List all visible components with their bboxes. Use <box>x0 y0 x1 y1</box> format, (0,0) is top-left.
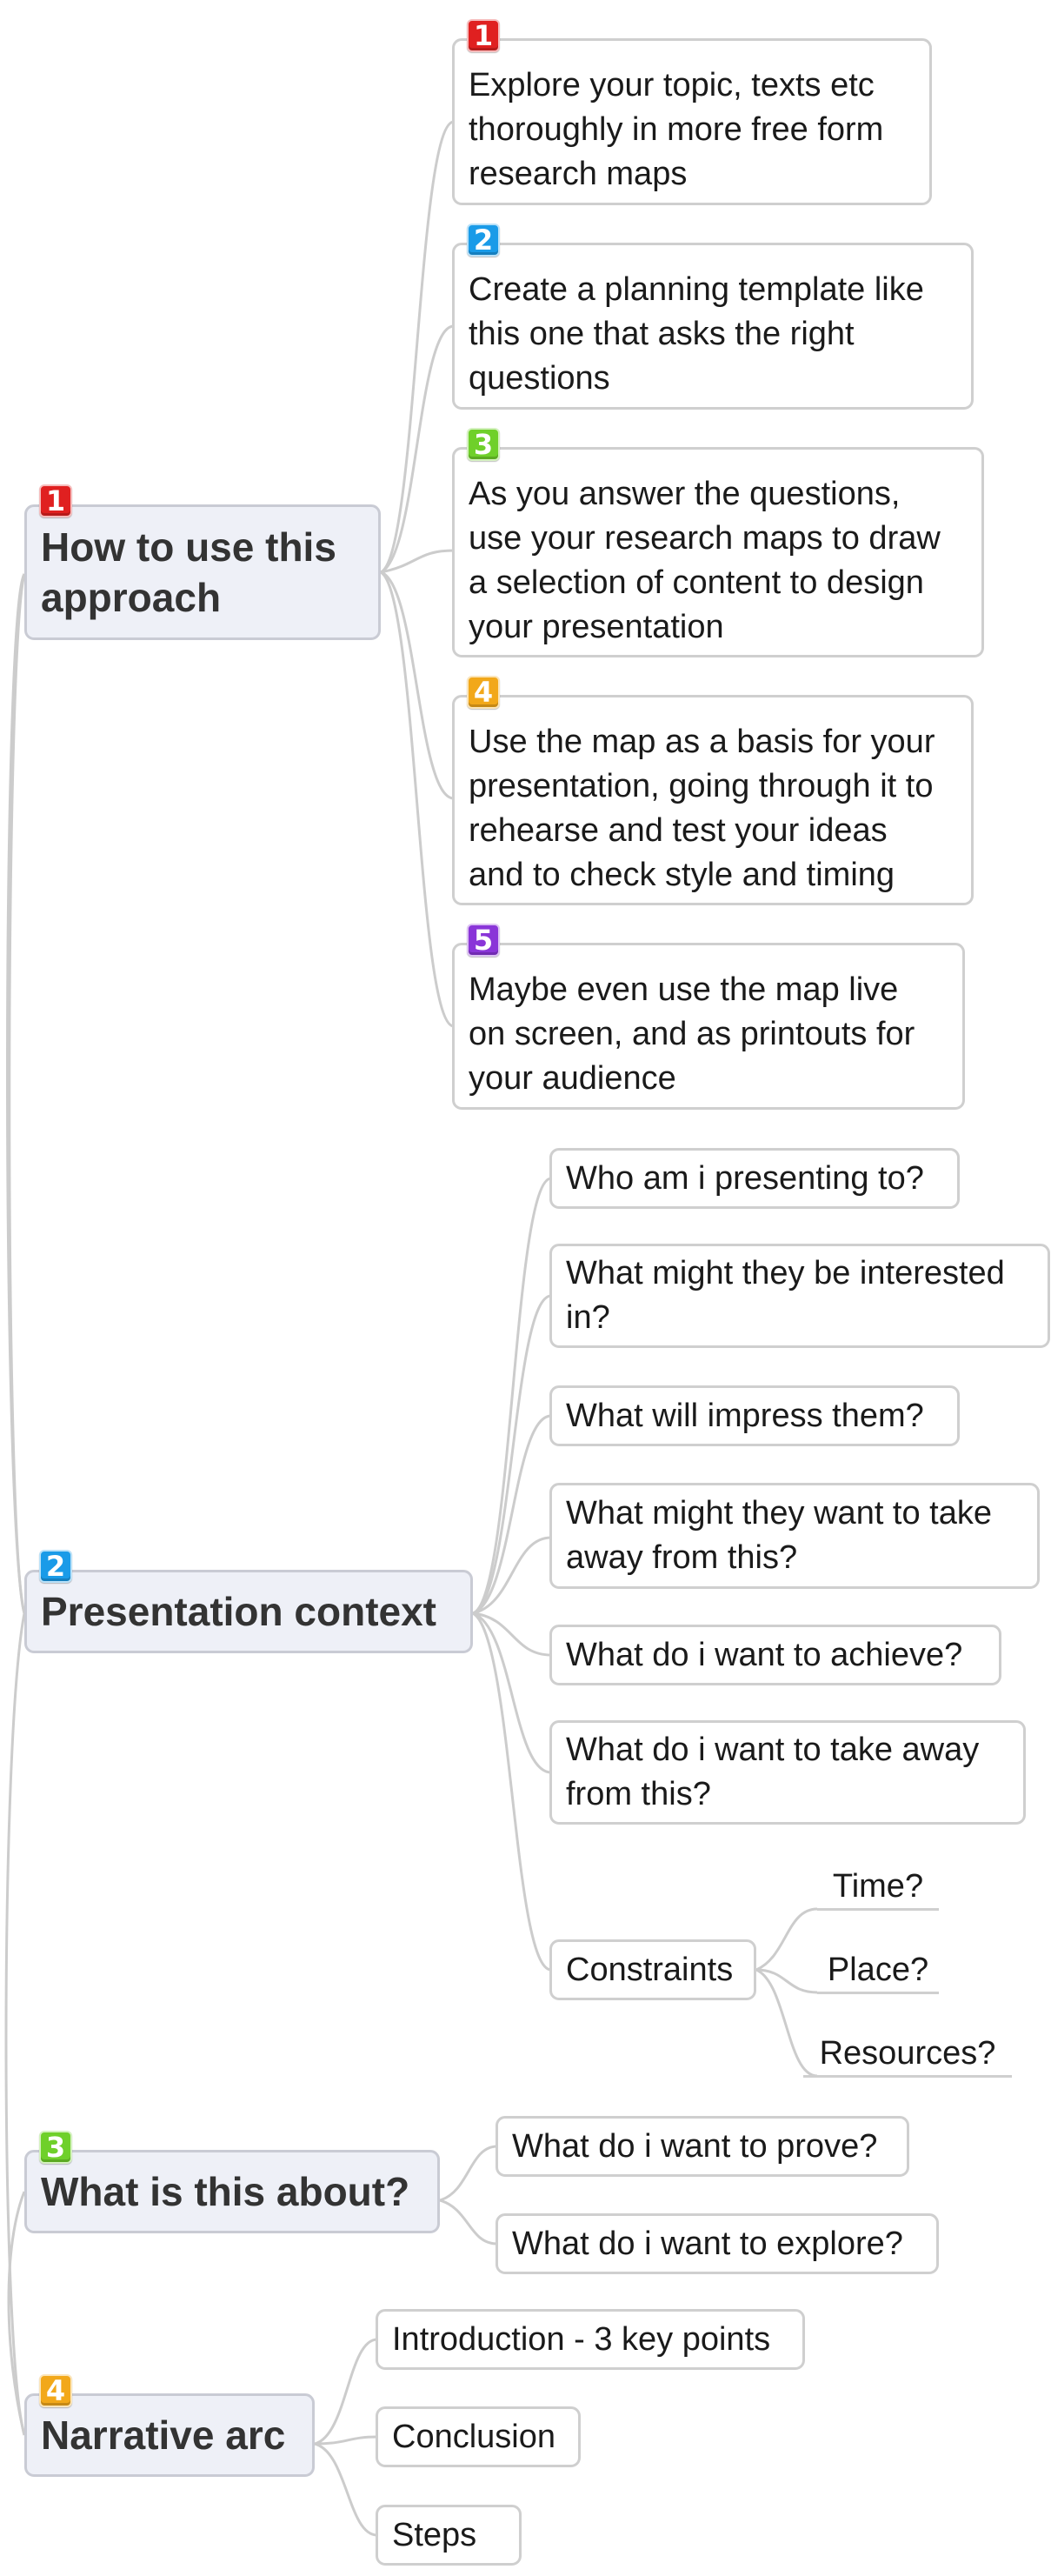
question-they-take-away[interactable]: What might they want to take away from t… <box>549 1483 1040 1589</box>
narrative-text-line: Steps <box>392 2516 477 2553</box>
connector-t2-q2 <box>472 1294 552 1615</box>
topic-title-line: Narrative arc <box>41 2412 286 2458</box>
connector-c-time <box>755 1907 818 1972</box>
step-text-line: As you answer the questions, <box>469 476 901 512</box>
connector-t3-a1 <box>439 2145 498 2202</box>
connector-t1-s1 <box>380 120 455 574</box>
question-text-line: What do i want to explore? <box>512 2225 903 2262</box>
step-text-line: and to check style and timing <box>469 857 895 893</box>
connector-t4-n3 <box>314 2442 378 2537</box>
priority-2-icon: 2 <box>39 1550 72 1583</box>
step-text-line: on screen, and as printouts for <box>469 1016 915 1052</box>
question-text-line: What will impress them? <box>566 1397 924 1434</box>
priority-1-icon: 1 <box>467 19 500 52</box>
step-text-line: thoroughly in more free form <box>469 111 884 148</box>
step-text-line: Create a planning template like <box>469 271 924 308</box>
question-interested-in[interactable]: What might they be interested in? <box>549 1244 1050 1348</box>
question-text-line: in? <box>566 1299 610 1336</box>
question-text-line: Constraints <box>566 1951 734 1988</box>
narrative-text-line: Conclusion <box>392 2418 555 2455</box>
question-constraints[interactable]: Constraints <box>549 1939 756 2000</box>
step-answer-questions[interactable]: As you answer the questions, use your re… <box>452 447 984 657</box>
narrative-conclusion[interactable]: Conclusion <box>376 2406 581 2467</box>
topic-what-about[interactable]: What is this about? <box>24 2150 440 2233</box>
topic-how-to-use[interactable]: How to use this approach <box>24 504 381 640</box>
connector-t1-s2 <box>380 324 455 574</box>
step-text-line: this one that asks the right <box>469 316 855 352</box>
connector-t1-s4 <box>380 571 455 800</box>
priority-5-icon: 5 <box>467 924 500 957</box>
question-text-line: What do i want to take away <box>566 1732 980 1768</box>
priority-4-icon: 4 <box>39 2374 72 2407</box>
step-use-map[interactable]: Use the map as a basis for your presenta… <box>452 695 974 905</box>
connector-c-place <box>755 1968 818 1994</box>
narrative-introduction[interactable]: Introduction - 3 key points <box>376 2309 805 2370</box>
step-text-line: your audience <box>469 1060 676 1097</box>
question-text-line: from this? <box>566 1776 711 1812</box>
priority-4-icon: 4 <box>467 676 500 709</box>
priority-3-icon: 3 <box>39 2131 72 2164</box>
narrative-steps[interactable]: Steps <box>376 2505 522 2566</box>
question-want-to-achieve[interactable]: What do i want to achieve? <box>549 1625 1001 1685</box>
question-want-to-prove[interactable]: What do i want to prove? <box>496 2116 909 2177</box>
step-text-line: research maps <box>469 156 688 192</box>
step-text-line: your presentation <box>469 609 724 645</box>
topic-title-line: Presentation context <box>41 1589 436 1634</box>
priority-1-icon: 1 <box>39 484 72 517</box>
step-text-line: a selection of content to design <box>469 564 924 601</box>
topic-presentation-context[interactable]: Presentation context <box>24 1570 473 1653</box>
step-text-line: use your research maps to draw <box>469 520 941 557</box>
connector-t2-q1 <box>472 1177 552 1615</box>
connector-t2-q6 <box>472 1612 552 1774</box>
step-create-template[interactable]: Create a planning template like this one… <box>452 243 974 410</box>
step-text-line: questions <box>469 360 610 397</box>
step-text-line: presentation, going through it to <box>469 768 934 804</box>
question-i-take-away[interactable]: What do i want to take away from this? <box>549 1720 1026 1825</box>
question-text-line: What do i want to achieve? <box>566 1636 963 1673</box>
question-want-to-explore[interactable]: What do i want to explore? <box>496 2213 939 2274</box>
constraint-resources[interactable]: Resources? <box>803 2032 1012 2078</box>
question-text-line: What might they want to take <box>566 1495 993 1532</box>
connector-t4-n1 <box>314 2338 378 2446</box>
connector-t3-a2 <box>439 2199 498 2246</box>
question-impress-them[interactable]: What will impress them? <box>549 1385 960 1446</box>
step-text-line: Maybe even use the map live <box>469 971 899 1008</box>
step-use-live[interactable]: Maybe even use the map live on screen, a… <box>452 943 965 1110</box>
priority-2-icon: 2 <box>467 224 500 257</box>
priority-3-icon: 3 <box>467 428 500 461</box>
step-explore[interactable]: Explore your topic, texts etc thoroughly… <box>452 38 932 205</box>
topic-title-line: How to use this <box>41 524 336 570</box>
connector-t2-q7 <box>472 1612 552 1972</box>
question-text-line: away from this? <box>566 1539 798 1576</box>
topic-title-line: approach <box>41 575 222 620</box>
topic-title-line: What is this about? <box>41 2169 410 2214</box>
question-who-presenting[interactable]: Who am i presenting to? <box>549 1148 960 1209</box>
step-text-line: Use the map as a basis for your <box>469 724 935 760</box>
connector-t1-s5 <box>380 571 455 1028</box>
constraint-time[interactable]: Time? <box>817 1865 939 1911</box>
narrative-text-line: Introduction - 3 key points <box>392 2320 771 2358</box>
step-text-line: Explore your topic, texts etc <box>469 67 875 103</box>
constraint-place[interactable]: Place? <box>817 1949 939 1994</box>
question-text-line: Who am i presenting to? <box>566 1159 924 1197</box>
question-text-line: What do i want to prove? <box>512 2127 878 2165</box>
step-text-line: rehearse and test your ideas <box>469 812 888 849</box>
question-text-line: What might they be interested <box>566 1255 1005 1291</box>
